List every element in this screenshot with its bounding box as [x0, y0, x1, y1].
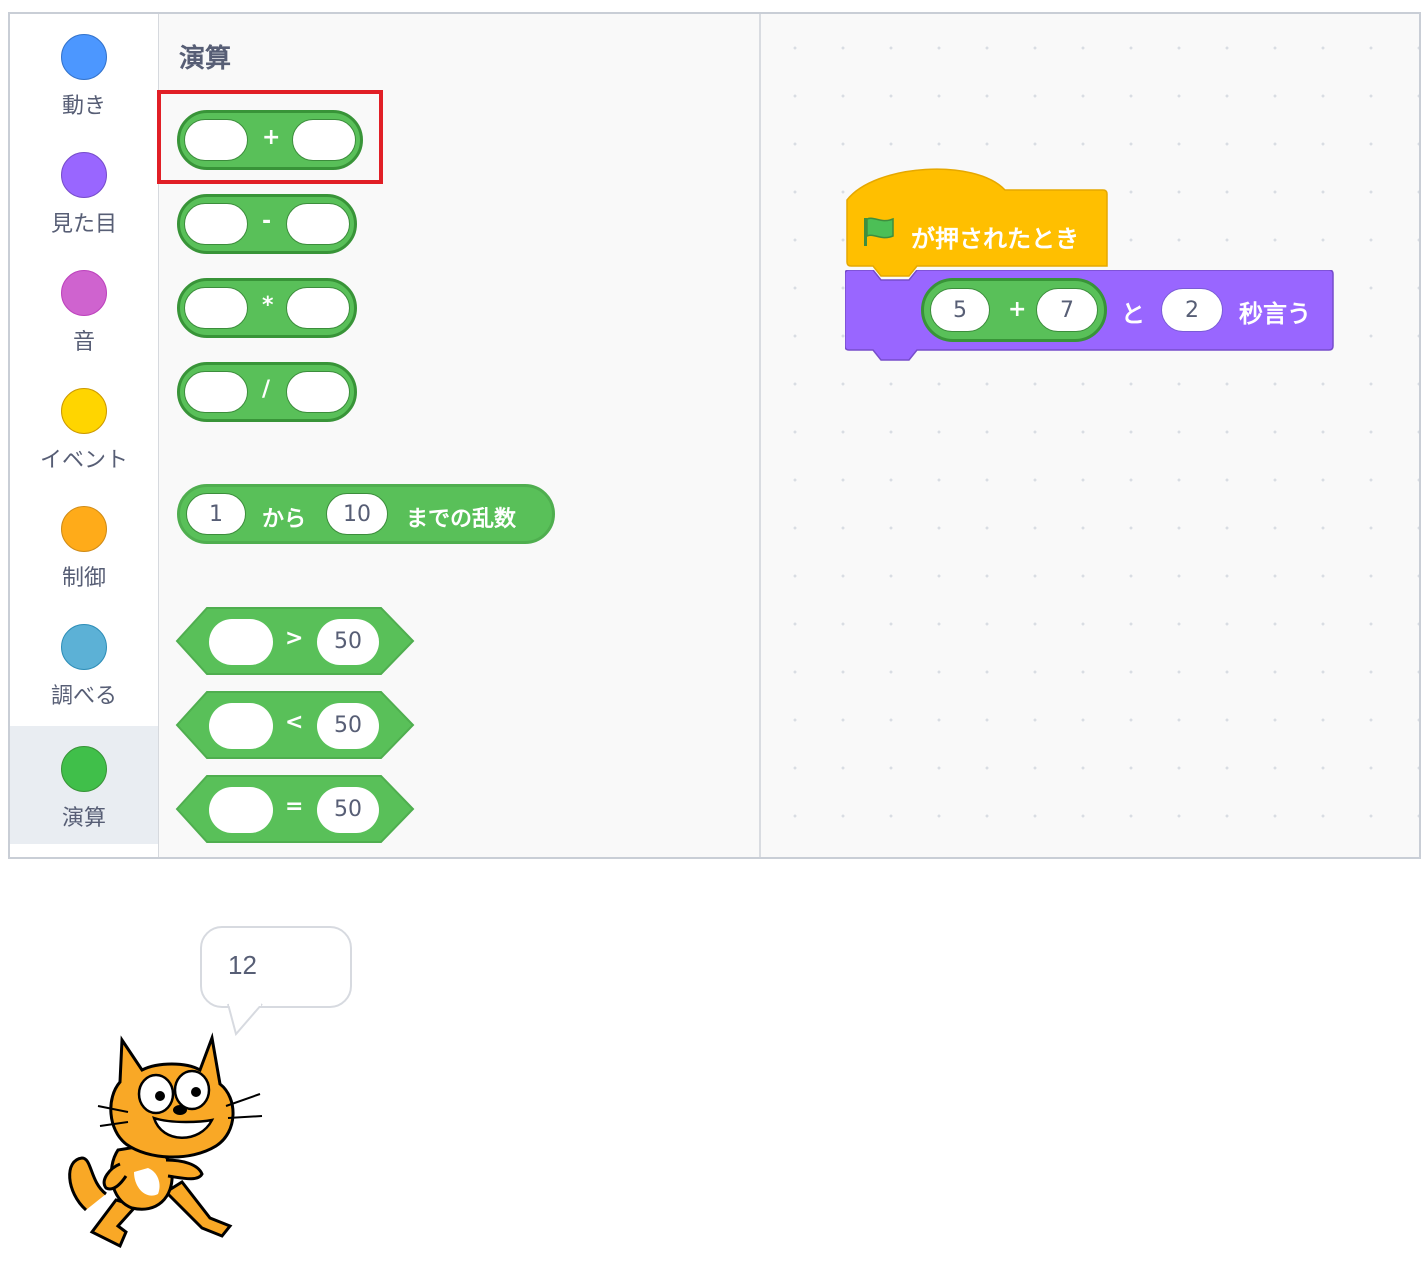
- control-circle-icon: [61, 506, 107, 552]
- hat-block-label: が押されたとき: [911, 225, 1079, 253]
- multiply-operator: *: [262, 293, 274, 318]
- category-sound[interactable]: 音: [10, 250, 158, 368]
- category-label: 演算: [61, 806, 106, 831]
- script-left-value: 5: [953, 298, 967, 323]
- greater-left-input[interactable]: [209, 619, 273, 665]
- subtract-left-input[interactable]: [184, 203, 248, 245]
- divide-right-input[interactable]: [286, 371, 350, 413]
- greater-operator: >: [285, 626, 304, 651]
- category-sensing[interactable]: 調べる: [10, 604, 158, 722]
- multiply-left-input[interactable]: [184, 287, 248, 329]
- random-to-value: 10: [343, 502, 371, 527]
- equals-operator: =: [285, 794, 304, 819]
- motion-circle-icon: [61, 34, 107, 80]
- equals-right-value: 50: [334, 797, 362, 822]
- equals-right-input[interactable]: 50: [317, 787, 379, 833]
- operators-circle-icon: [61, 746, 107, 792]
- category-label: 制御: [61, 566, 106, 591]
- category-label: 音: [72, 330, 95, 355]
- looks-circle-icon: [61, 152, 107, 198]
- random-from-input[interactable]: 1: [186, 493, 246, 535]
- speech-bubble: 12: [200, 926, 352, 1008]
- less-than-block[interactable]: < 50: [175, 690, 415, 760]
- category-motion[interactable]: 動き: [10, 14, 158, 132]
- subtract-block[interactable]: -: [177, 194, 357, 254]
- greater-right-input[interactable]: 50: [317, 619, 379, 665]
- category-label: 動き: [61, 94, 106, 119]
- script-operator: +: [1008, 297, 1027, 322]
- sound-circle-icon: [61, 270, 107, 316]
- cat-sprite-icon: [68, 1032, 263, 1249]
- divide-operator: /: [262, 377, 271, 402]
- greater-right-value: 50: [334, 629, 362, 654]
- equals-left-input[interactable]: [209, 787, 273, 833]
- random-from-label: から: [262, 507, 307, 532]
- greater-than-block[interactable]: > 50: [175, 606, 415, 676]
- category-events[interactable]: イベント: [10, 368, 158, 486]
- subtract-right-input[interactable]: [286, 203, 350, 245]
- less-right-input[interactable]: 50: [317, 703, 379, 749]
- green-flag-icon: [864, 217, 894, 246]
- category-label: 見た目: [50, 212, 117, 237]
- divide-block[interactable]: /: [177, 362, 357, 422]
- script-left-input[interactable]: 5: [930, 288, 990, 332]
- less-left-input[interactable]: [209, 703, 273, 749]
- category-looks[interactable]: 見た目: [10, 132, 158, 250]
- random-block[interactable]: 1 から 10 までの乱数: [177, 484, 555, 544]
- multiply-block[interactable]: *: [177, 278, 357, 338]
- script-area[interactable]: が押されたとき 5 + 7 と 2 秒言う: [761, 14, 1419, 857]
- random-to-input[interactable]: 10: [326, 493, 388, 535]
- category-menu: 動き 見た目 音 イベント 制御 調べる 演算: [10, 14, 159, 857]
- subtract-operator: -: [262, 209, 272, 234]
- say-seconds-label: 秒言う: [1239, 300, 1311, 328]
- highlight-box: [157, 90, 383, 184]
- script-right-value: 7: [1060, 298, 1074, 323]
- category-operators[interactable]: 演算: [10, 726, 158, 844]
- less-right-value: 50: [334, 713, 362, 738]
- multiply-right-input[interactable]: [286, 287, 350, 329]
- palette-title: 演算: [179, 44, 232, 74]
- seconds-input[interactable]: 2: [1161, 288, 1223, 332]
- add-reporter-in-script[interactable]: 5 + 7: [921, 278, 1107, 342]
- category-label: イベント: [39, 448, 128, 473]
- divide-left-input[interactable]: [184, 371, 248, 413]
- random-to-label: までの乱数: [406, 507, 517, 532]
- category-label: 調べる: [50, 684, 117, 709]
- category-control[interactable]: 制御: [10, 486, 158, 604]
- random-from-value: 1: [209, 502, 223, 527]
- speech-bubble-text: 12: [228, 950, 257, 980]
- less-operator: <: [285, 710, 304, 735]
- script-right-input[interactable]: 7: [1036, 288, 1098, 332]
- events-circle-icon: [61, 388, 107, 434]
- equals-block[interactable]: = 50: [175, 774, 415, 844]
- say-and-label: と: [1121, 300, 1145, 328]
- sensing-circle-icon: [61, 624, 107, 670]
